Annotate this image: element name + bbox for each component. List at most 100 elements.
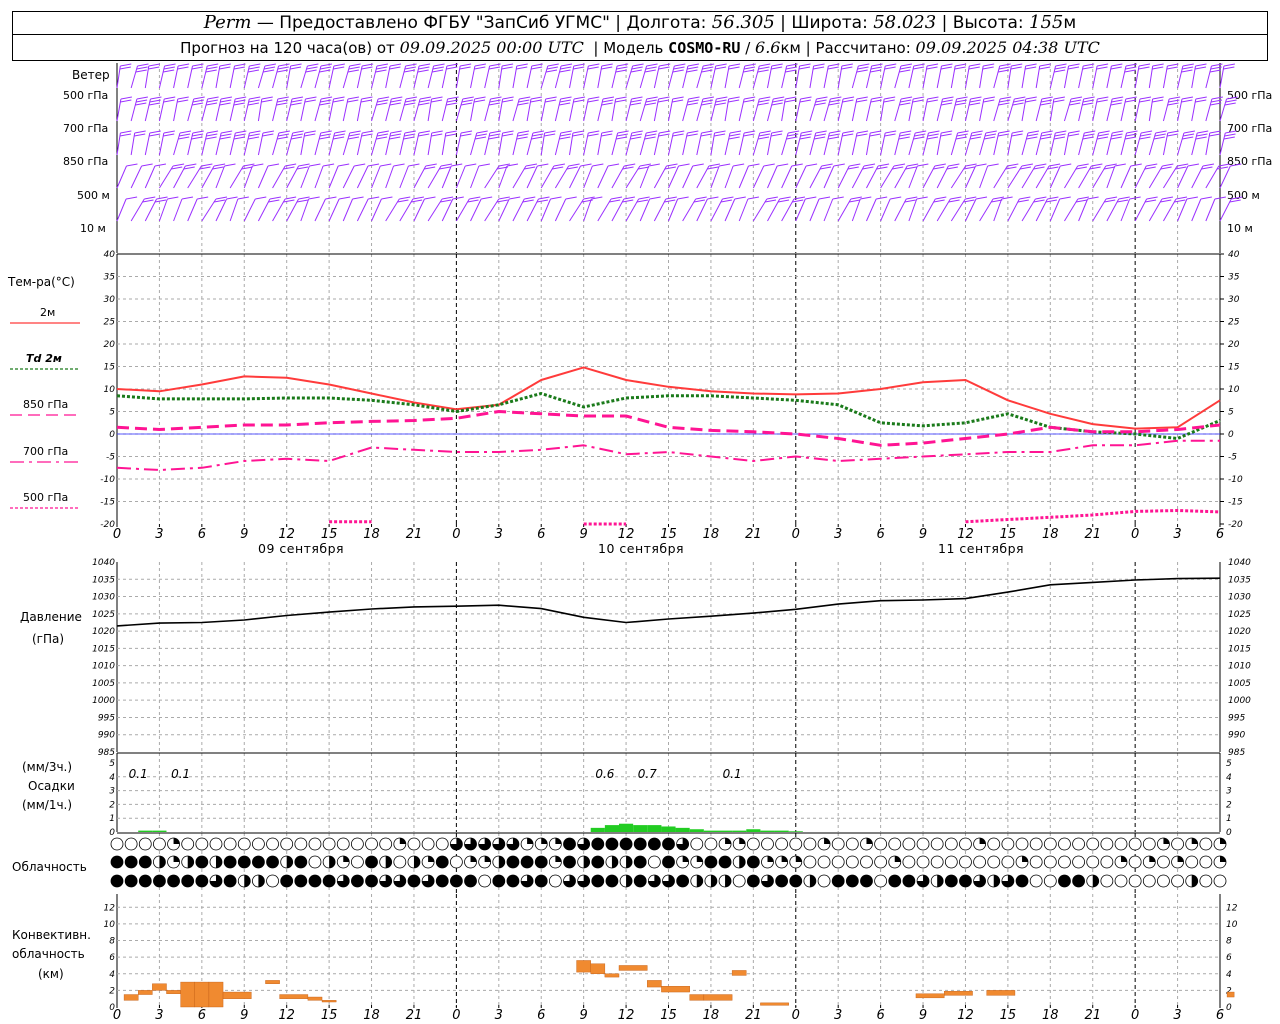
- wind-barb-feather: [1110, 136, 1122, 140]
- cloud-symbol: [548, 837, 562, 851]
- wind-barb: [724, 96, 740, 122]
- wind-barb-staff: [1007, 165, 1023, 189]
- wind-barb-feather: [948, 163, 960, 167]
- wind-barb-feather: [502, 130, 514, 134]
- wind-barb: [696, 130, 713, 156]
- wind-barb-staff: [427, 165, 442, 189]
- wind-barb-feather: [948, 199, 960, 203]
- wind-barb: [1191, 196, 1212, 222]
- wind-barb-feather: [389, 133, 402, 137]
- wind-barb-feather: [818, 196, 831, 200]
- cloud-symbol: [1128, 874, 1142, 888]
- wind-barb-feather: [672, 99, 684, 103]
- cloud-symbol-ring: [959, 855, 972, 869]
- cloud-symbol-ring: [280, 837, 294, 851]
- wind-barb-feather: [1182, 63, 1194, 67]
- wind-barb-staff: [950, 132, 959, 156]
- wind-barb-feather: [631, 66, 643, 70]
- wind-barb-feather: [644, 136, 656, 140]
- precip-bar: [661, 826, 676, 832]
- wind-barb-staff: [583, 98, 589, 122]
- wind-barb-feather: [665, 196, 677, 200]
- wind-barb-feather: [305, 96, 317, 100]
- wind-barb: [1191, 130, 1209, 156]
- wind-barb-feather: [320, 66, 332, 70]
- wind-barb-feather: [601, 102, 613, 106]
- wind-barb-feather: [332, 99, 345, 103]
- wind-barb-staff: [328, 165, 339, 189]
- wind-barb-feather: [474, 63, 487, 67]
- conv-cloud-bar: [689, 994, 705, 1001]
- wind-barb-feather: [524, 166, 536, 170]
- cloud-symbol: [167, 855, 180, 869]
- cloud-symbol-ring: [874, 874, 888, 888]
- wind-barb-feather: [488, 102, 500, 106]
- temp-ytick-label-right: 30: [1228, 295, 1240, 305]
- wind-barb-feather: [615, 99, 627, 103]
- wind-barb-feather: [615, 136, 628, 140]
- cloud-symbol: [478, 855, 492, 869]
- pressure-ytick-label-right: 1005: [1228, 679, 1251, 689]
- cloud-symbol-fill: [1022, 856, 1029, 862]
- cloud-symbol: [619, 874, 633, 888]
- cloud-symbol-fill: [224, 856, 237, 868]
- wind-barb-feather: [646, 130, 658, 134]
- wind-barb-feather: [829, 99, 841, 103]
- cloud-symbol-fill: [611, 856, 618, 868]
- wind-barb-feather: [361, 133, 373, 137]
- cloud-symbol-ring: [902, 837, 916, 851]
- wind-barb: [243, 96, 261, 122]
- wind-barb-feather: [269, 196, 282, 200]
- cloud-symbol-fill: [111, 856, 123, 868]
- temp-ytick-label-left: 15: [104, 363, 116, 373]
- cloud-symbol-ring: [478, 874, 492, 888]
- wind-barb-feather: [1060, 163, 1072, 167]
- wind-barb-staff: [597, 132, 603, 156]
- wind-barb-feather: [1138, 66, 1150, 70]
- cloud-symbol-fill: [781, 856, 788, 862]
- wind-barb-staff: [356, 165, 369, 189]
- wind-barb: [1120, 63, 1138, 89]
- wind-barb-feather: [573, 66, 585, 70]
- wind-barb-feather: [1096, 99, 1108, 103]
- wind-barb-feather: [134, 130, 146, 134]
- wind-barb-feather: [899, 102, 911, 106]
- cloud-symbol: [1043, 837, 1057, 851]
- wind-barb-feather: [677, 196, 689, 200]
- cloud-symbol: [195, 855, 209, 869]
- wind-barb-staff: [328, 198, 340, 222]
- wind-barb-staff: [1205, 65, 1212, 89]
- conv-cloud-bar: [590, 963, 606, 974]
- wind-barb-staff: [950, 65, 956, 89]
- temp-ytick-label-right: 20: [1228, 340, 1240, 350]
- wind-barb-feather: [1075, 199, 1088, 203]
- wind-barb-feather: [333, 66, 345, 70]
- wind-barb-staff: [300, 198, 310, 222]
- wind-barb-feather: [1224, 133, 1236, 137]
- cloud-symbol: [548, 855, 562, 869]
- wind-barb-feather: [860, 196, 872, 200]
- cloud-symbol: [167, 837, 180, 851]
- temp-xtick-label: 9: [580, 527, 588, 542]
- cloud-symbol-ring: [1199, 837, 1213, 851]
- wind-barb-staff: [894, 198, 907, 222]
- wind-barb-feather: [812, 66, 825, 70]
- wind-barb-feather: [156, 196, 168, 200]
- cloud-symbol-ring: [1157, 874, 1170, 888]
- cloud-symbol: [478, 837, 492, 851]
- wind-barb-feather: [587, 99, 599, 103]
- cloud-symbol-fill: [252, 856, 265, 868]
- conv-cloud-bar: [661, 986, 690, 993]
- wind-barb: [1049, 63, 1067, 89]
- wind-barb: [979, 63, 995, 89]
- wind-barb-staff: [257, 65, 266, 89]
- wind-barb-feather: [538, 196, 550, 200]
- wind-barb-feather: [630, 99, 642, 103]
- wind-barb: [766, 130, 783, 156]
- temp-ytick-label-left: 0: [109, 430, 115, 440]
- temp-ytick-label-right: 5: [1228, 408, 1234, 418]
- cloud-symbol-fill: [187, 856, 194, 868]
- wind-barb-feather: [292, 130, 304, 134]
- cloud-symbol-ring: [1157, 855, 1170, 869]
- precip-ytick-label-left: 0: [109, 828, 115, 838]
